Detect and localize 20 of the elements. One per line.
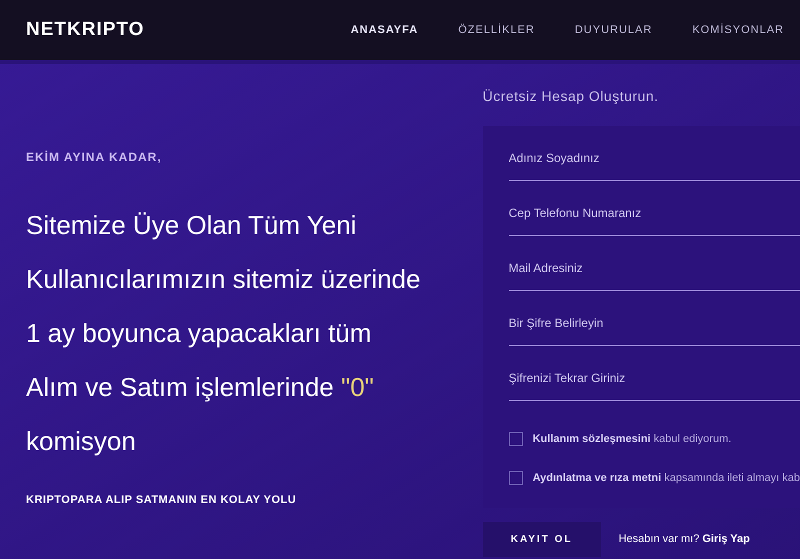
form-title: Ücretsiz Hesap Oluşturun. — [482, 87, 659, 106]
nav-link[interactable]: DUYURULAR — [574, 22, 652, 38]
eyebrow-text: EKİM AYINA KADAR, — [26, 149, 162, 166]
nav-link[interactable]: KOMİSYONLAR — [692, 22, 784, 38]
headline: Sitemize Üye Olan Tüm Yeni Kullanıcılarımızın sitemiz üzerinde 1 ay boyunca yapacakları tüm Alım ve Satım işlemlerinde "0" komisyon — [26, 209, 420, 458]
checkbox[interactable] — [508, 432, 523, 446]
checkbox-label: Aydınlatma ve rıza metni kapsamında ileti almayı kab — [532, 470, 800, 486]
input-field[interactable]: Şifrenizi Tekrar Giriniz — [508, 356, 800, 401]
input-field[interactable]: Adınız Soyadınız — [508, 136, 800, 181]
input-field[interactable]: Cep Telefonu Numaranız — [508, 191, 800, 236]
nav-link[interactable]: ANASAYFA — [350, 22, 418, 38]
checkbox-label: Kullanım sözleşmesini kabul ediyorum. — [532, 432, 732, 447]
nav-link[interactable]: ÖZELLİKLER — [458, 22, 535, 38]
input-field[interactable]: Bir Şifre Belirleyin — [508, 301, 800, 346]
register-button[interactable]: KAYIT OL — [482, 522, 601, 557]
checkbox[interactable] — [508, 470, 523, 485]
login-prompt[interactable]: Hesabın var mı? Giriş Yap — [618, 531, 750, 548]
input-field[interactable]: Mail Adresiniz — [508, 246, 800, 291]
tagline: KRIPTOPARA ALIP SATMANIN EN KOLAY YOLU — [26, 493, 296, 508]
logo[interactable]: NETKRIPTO — [26, 16, 144, 44]
